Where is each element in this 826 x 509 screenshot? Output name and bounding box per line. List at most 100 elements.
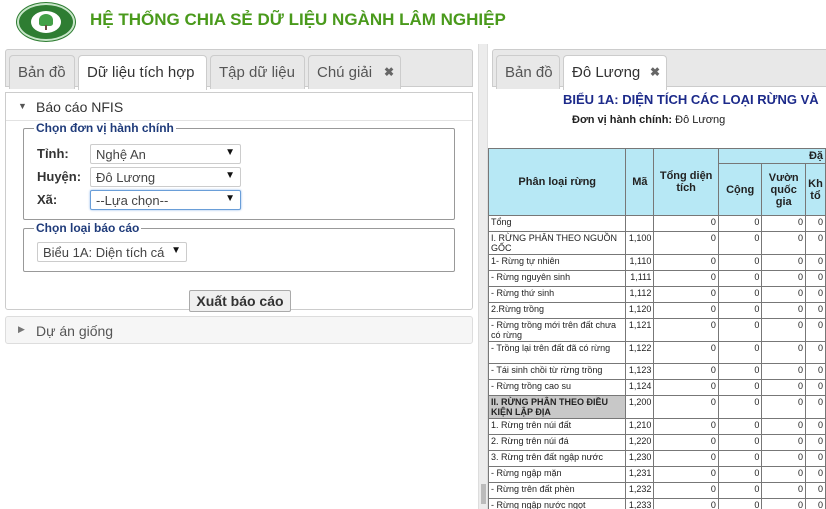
- row-code-cell: 1,232: [625, 482, 655, 499]
- report-title: BIỂU 1A: DIỆN TÍCH CÁC LOẠI RỪNG VÀ: [563, 92, 819, 107]
- commune-value: --Lựa chọn--: [96, 193, 169, 208]
- row-code-cell: 1,230: [625, 450, 655, 467]
- tab-map[interactable]: Bản đồ: [9, 55, 75, 89]
- row-value-cell: 0: [804, 434, 826, 451]
- row-value-cell: 0: [761, 482, 806, 499]
- dropdown-arrow-icon: ▼: [171, 245, 181, 256]
- row-value-cell: 0: [653, 418, 719, 435]
- row-value-cell: 0: [653, 286, 719, 303]
- province-select[interactable]: Nghệ An ▼: [90, 144, 241, 164]
- report-type-fieldset: Chọn loại báo cáo Biểu 1A: Diện tích cá …: [23, 221, 455, 272]
- row-code-cell: 1,210: [625, 418, 655, 435]
- commune-label: Xã:: [37, 192, 58, 207]
- commune-select[interactable]: --Lựa chọn-- ▼: [90, 190, 241, 210]
- table-row: - Rừng ngập mặn 1,231 0 0 0 0: [488, 466, 826, 483]
- row-value-cell: 0: [761, 434, 806, 451]
- seed-project-accordion-header[interactable]: ▶ Dự án giống: [5, 316, 473, 344]
- tab-integrated-data[interactable]: Dữ liệu tích hợp: [78, 55, 207, 90]
- admin-unit-legend: Chọn đơn vị hành chính: [34, 121, 176, 135]
- row-value-cell: 0: [804, 395, 826, 419]
- province-label: Tỉnh:: [37, 146, 69, 161]
- col-header-code: Mã: [625, 148, 655, 216]
- row-value-cell: 0: [653, 482, 719, 499]
- tab-map-right[interactable]: Bản đồ: [496, 55, 560, 89]
- panel-splitter[interactable]: [478, 44, 488, 509]
- table-row: 1- Rừng tự nhiên 1,110 0 0 0 0: [488, 254, 826, 271]
- row-code-cell: 1,122: [625, 341, 655, 364]
- site-title: HỆ THỐNG CHIA SẺ DỮ LIỆU NGÀNH LÂM NGHIỆ…: [90, 10, 506, 29]
- right-tabbar: Bản đồ Đô Lương ✖: [492, 49, 826, 90]
- row-category-cell: - Trồng lại trên đất đã có rừng: [488, 341, 627, 364]
- scrollbar-thumb[interactable]: [481, 484, 486, 504]
- admin-unit-fieldset: Chọn đơn vị hành chính Tỉnh: Nghệ An ▼ H…: [23, 121, 455, 220]
- dropdown-arrow-icon: ▼: [225, 170, 235, 181]
- dropdown-arrow-icon: ▼: [225, 147, 235, 158]
- row-value-cell: 0: [717, 302, 763, 319]
- row-value-cell: 0: [653, 302, 719, 319]
- table-row: - Rừng trồng mới trên đất chưa có rừng 1,…: [488, 318, 826, 342]
- row-value-cell: 0: [804, 466, 826, 483]
- row-value-cell: 0: [761, 318, 806, 342]
- report-unit-line: Đơn vị hành chính: Đô Lương: [572, 114, 725, 126]
- table-row: - Trồng lại trên đất đã có rừng 1,122 0 0 0 0: [488, 341, 826, 364]
- province-value: Nghệ An: [96, 147, 146, 162]
- row-category-cell: 3. Rừng trên đất ngập nước: [488, 450, 627, 467]
- row-value-cell: 0: [761, 286, 806, 303]
- triangle-right-icon: ▶: [18, 325, 25, 335]
- nfis-accordion-header[interactable]: ▼ Báo cáo NFIS: [6, 93, 472, 121]
- row-value-cell: 0: [717, 434, 763, 451]
- close-icon[interactable]: ✖: [384, 65, 394, 79]
- tab-datasets[interactable]: Tập dữ liệu: [210, 55, 305, 89]
- row-code-cell: 1,220: [625, 434, 655, 451]
- left-tabbar: Bản đồ Dữ liệu tích hợp Tập dữ liệu Chú …: [5, 49, 473, 90]
- export-report-button[interactable]: Xuất báo cáo: [189, 290, 291, 312]
- row-code-cell: 1,123: [625, 363, 655, 380]
- row-value-cell: 0: [761, 270, 806, 287]
- col-header-category: Phân loại rừng: [488, 148, 627, 216]
- row-category-cell: 1. Rừng trên núi đất: [488, 418, 627, 435]
- close-icon[interactable]: ✖: [650, 65, 660, 79]
- row-value-cell: 0: [804, 286, 826, 303]
- row-category-cell: Tổng: [488, 215, 627, 232]
- row-value-cell: 0: [761, 302, 806, 319]
- row-code-cell: 1,111: [625, 270, 655, 287]
- right-panel: Bản đồ Đô Lương ✖ BIỂU 1A: DIỆN TÍCH CÁC…: [488, 44, 826, 509]
- col-header-group: Đặ: [717, 148, 826, 164]
- app-window: HỆ THỐNG CHIA SẺ DỮ LIỆU NGÀNH LÂM NGHIỆ…: [0, 0, 826, 509]
- row-category-cell: - Rừng nguyên sinh: [488, 270, 627, 287]
- row-value-cell: 0: [804, 418, 826, 435]
- row-value-cell: 0: [653, 215, 719, 232]
- tab-legend[interactable]: Chú giải ✖: [308, 55, 401, 89]
- row-value-cell: 0: [653, 498, 719, 509]
- row-code-cell: 1,233: [625, 498, 655, 509]
- row-value-cell: 0: [717, 254, 763, 271]
- tab-do-luong[interactable]: Đô Lương ✖: [563, 55, 667, 90]
- row-category-cell: 2. Rừng trên núi đá: [488, 434, 627, 451]
- forestry-logo-icon: [17, 3, 75, 41]
- row-code-cell: 1,112: [625, 286, 655, 303]
- table-row: - Tái sinh chồi từ rừng trồng 1,123 0 0 0 0: [488, 363, 826, 380]
- row-value-cell: 0: [761, 231, 806, 255]
- report-type-legend: Chọn loại báo cáo: [34, 221, 142, 235]
- report-unit-value: Đô Lương: [672, 114, 726, 126]
- col-header-park: Vườn quốc gia: [761, 163, 806, 216]
- row-value-cell: 0: [653, 254, 719, 271]
- district-select[interactable]: Đô Lương ▼: [90, 167, 241, 187]
- row-value-cell: 0: [804, 254, 826, 271]
- table-row: 3. Rừng trên đất ngập nước 1,230 0 0 0 0: [488, 450, 826, 467]
- left-panel: Bản đồ Dữ liệu tích hợp Tập dữ liệu Chú …: [0, 44, 478, 509]
- table-row: - Rừng thứ sinh 1,112 0 0 0 0: [488, 286, 826, 303]
- row-value-cell: 0: [717, 450, 763, 467]
- report-type-select[interactable]: Biểu 1A: Diện tích cá ▼: [37, 242, 187, 262]
- row-value-cell: 0: [761, 363, 806, 380]
- nfis-title: Báo cáo NFIS: [36, 99, 124, 115]
- row-category-cell: - Rừng trên đất phèn: [488, 482, 627, 499]
- row-value-cell: 0: [804, 341, 826, 364]
- row-value-cell: 0: [804, 379, 826, 396]
- row-value-cell: 0: [804, 498, 826, 509]
- row-value-cell: 0: [717, 466, 763, 483]
- col-header-sum: Cộng: [717, 163, 763, 216]
- row-value-cell: 0: [761, 450, 806, 467]
- row-value-cell: 0: [717, 379, 763, 396]
- report-table-body: Tổng 0 0 0 0 I. RỪNG PHÂN THEO NGUỒN GỐC 1,100…: [488, 215, 826, 509]
